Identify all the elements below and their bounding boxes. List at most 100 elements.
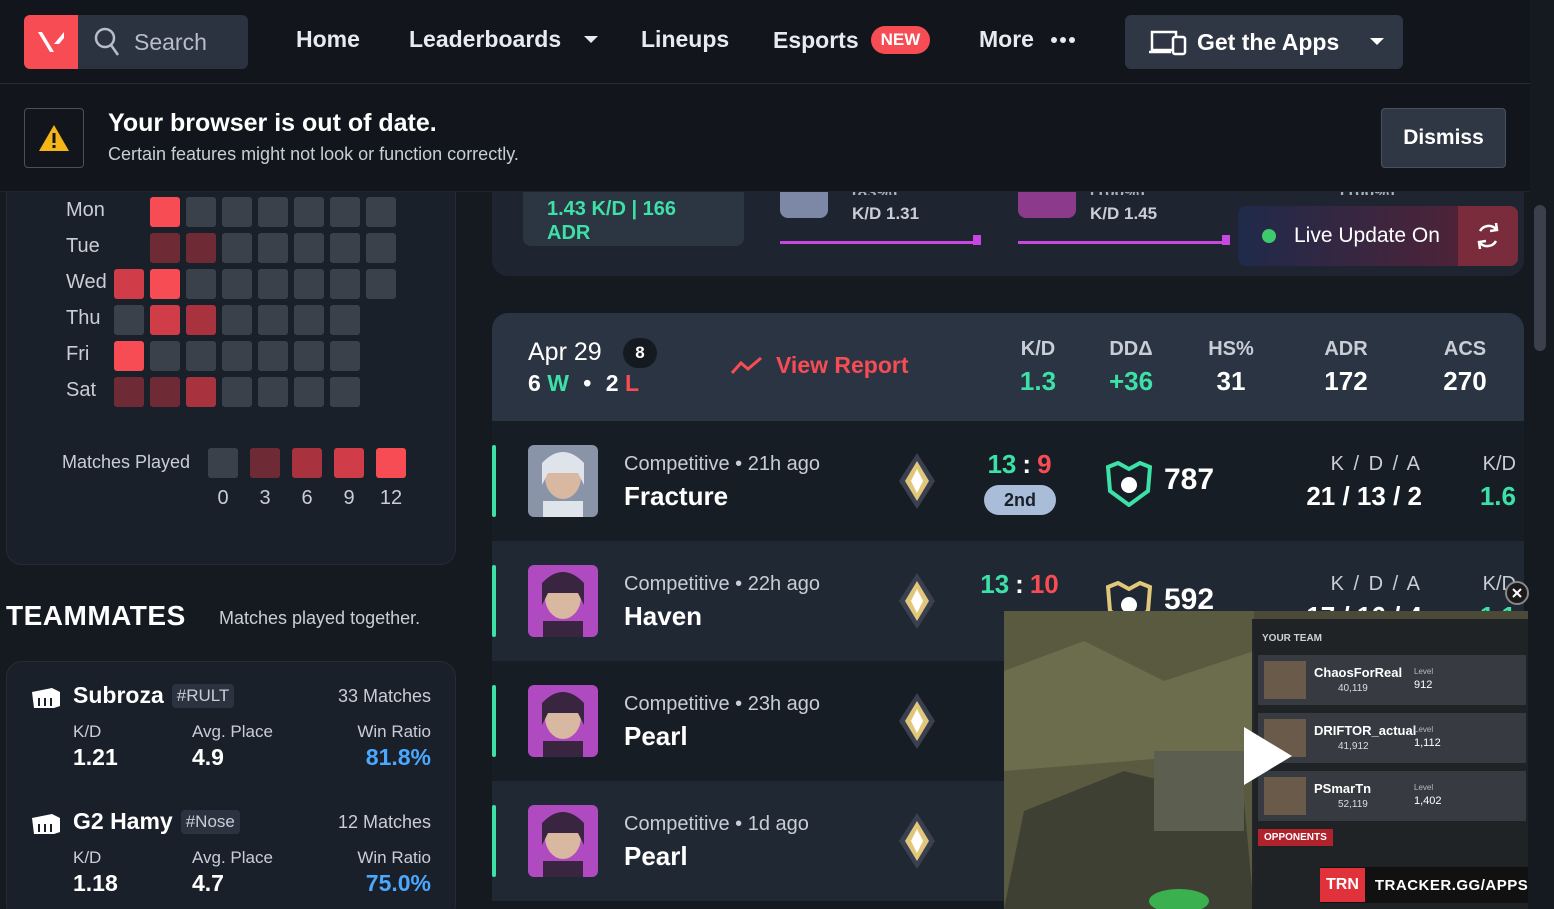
agent-kd: K/D 1.45 (1090, 204, 1158, 223)
heatmap-cell[interactable] (222, 341, 252, 371)
refresh-button[interactable] (1458, 206, 1518, 266)
view-report-link[interactable]: View Report (730, 352, 909, 379)
match-placement-badge: 2nd (984, 485, 1056, 515)
legend-swatch (250, 448, 280, 478)
heatmap-cell[interactable] (150, 197, 180, 227)
teammate-kd: 1.18 (73, 870, 118, 896)
heatmap-cell[interactable] (114, 305, 144, 335)
heatmap-cell[interactable] (222, 377, 252, 407)
heatmap-cell[interactable] (330, 197, 360, 227)
riot-fist-icon (32, 688, 60, 708)
teammate-tag: #Nose (180, 809, 240, 834)
live-update-toggle[interactable]: Live Update On (1238, 206, 1518, 266)
heatmap-cell[interactable] (186, 233, 216, 263)
heatmap-cell[interactable] (258, 341, 288, 371)
top-agent-stat: 1.43 K/D | 166 (547, 198, 677, 220)
nav-lineups-label: Lineups (641, 26, 730, 52)
heatmap-cell[interactable] (330, 269, 360, 299)
heatmap-cell[interactable] (222, 197, 252, 227)
heatmap-cell[interactable] (330, 377, 360, 407)
search-icon (94, 27, 120, 56)
teammate-name[interactable]: Subroza #RULT (73, 682, 235, 709)
nav-more[interactable]: More (979, 26, 1076, 53)
get-the-apps-label: Get the Apps (1197, 28, 1340, 55)
agent-progress-bar (780, 241, 980, 244)
heatmap-cell[interactable] (366, 197, 396, 227)
heatmap-cell[interactable] (186, 305, 216, 335)
page-scrollbar[interactable] (1534, 205, 1546, 351)
match-mode-time: Competitive • 21h ago (624, 453, 821, 475)
outdated-browser-banner: Your browser is out of date. Certain fea… (0, 84, 1530, 192)
legend-value: 12 (379, 487, 403, 509)
top-navigation: Search Home Leaderboards Lineups Esports… (0, 0, 1530, 84)
day-losses: 2 (605, 370, 619, 396)
day-stat-label: DDΔ (1109, 338, 1153, 360)
get-the-apps-button[interactable]: Get the Apps (1125, 15, 1403, 69)
nav-leaderboards[interactable]: Leaderboards (409, 26, 599, 53)
heatmap-cell[interactable] (114, 377, 144, 407)
dismiss-button[interactable]: Dismiss (1381, 108, 1506, 168)
heatmap-cell[interactable] (186, 377, 216, 407)
video-ad-player[interactable]: YOUR TEAM ChaosForReal 40,119 Level 912 DRIF… (1004, 611, 1528, 909)
heatmap-cell[interactable] (294, 305, 324, 335)
rank-icon (897, 451, 937, 516)
heatmap-cell[interactable] (114, 341, 144, 371)
heatmap-cell[interactable] (222, 233, 252, 263)
heatmap-cell[interactable] (294, 269, 324, 299)
legend-swatch (376, 448, 406, 478)
teammate-avg-place: 4.9 (192, 744, 224, 770)
teammate-kd: 1.21 (73, 744, 118, 770)
heatmap-cell[interactable] (186, 341, 216, 371)
tracker-logo[interactable] (24, 15, 78, 69)
heatmap-cell[interactable] (258, 269, 288, 299)
nav-esports[interactable]: Esports NEW (773, 26, 931, 54)
match-score: 13:10 (980, 569, 1059, 599)
match-row[interactable]: Competitive • 21h ago Fracture 13:9 2nd 787 K… (492, 421, 1524, 541)
heatmap-cell[interactable] (222, 269, 252, 299)
teammate-username: Subroza (73, 682, 164, 708)
heatmap-cell[interactable] (294, 341, 324, 371)
heatmap-cell[interactable] (258, 197, 288, 227)
heatmap-cell[interactable] (330, 341, 360, 371)
teammate-name[interactable]: G2 Hamy #Nose (73, 808, 240, 835)
heatmap-cell[interactable] (330, 233, 360, 263)
heatmap-cell[interactable] (258, 377, 288, 407)
rank-icon (897, 811, 937, 876)
heatmap-cell[interactable] (366, 269, 396, 299)
match-map: Pearl (624, 721, 688, 751)
heatmap-cell[interactable] (330, 305, 360, 335)
nav-home[interactable]: Home (296, 26, 360, 53)
match-mode-time: Competitive • 23h ago (624, 693, 821, 715)
heatmap-cell[interactable] (186, 269, 216, 299)
heatmap-cell[interactable] (294, 197, 324, 227)
match-result-indicator (492, 805, 496, 877)
heatmap-cell[interactable] (150, 341, 180, 371)
team-score: 13 (980, 569, 1010, 599)
tracker-brand: TRN TRACKER.GG/APPS (1320, 867, 1528, 903)
heatmap-cell[interactable] (186, 197, 216, 227)
heatmap-cell[interactable] (150, 233, 180, 263)
heatmap-cell[interactable] (222, 305, 252, 335)
agent-avatar (528, 805, 598, 877)
play-icon[interactable] (1236, 723, 1296, 794)
heatmap-cell[interactable] (294, 233, 324, 263)
day-stat-value: 172 (1324, 366, 1368, 396)
agent-progress-bar (1018, 241, 1228, 244)
player-level-label: Level (1414, 783, 1434, 792)
heatmap-cell[interactable] (150, 305, 180, 335)
heatmap-cell[interactable] (258, 233, 288, 263)
trend-chart-icon (730, 356, 762, 374)
heatmap-cell[interactable] (258, 305, 288, 335)
heatmap-cell[interactable] (294, 377, 324, 407)
heatmap-cell[interactable] (150, 377, 180, 407)
close-video-button[interactable] (1505, 581, 1529, 605)
heatmap-cell[interactable] (366, 233, 396, 263)
player-level-label: Level (1414, 667, 1434, 676)
teammate-avg-place: 4.7 (192, 870, 224, 896)
agent-avatar (528, 445, 598, 517)
heatmap-cell[interactable] (114, 269, 144, 299)
heatmap-cell[interactable] (150, 269, 180, 299)
search-input[interactable]: Search (78, 15, 248, 69)
nav-lineups[interactable]: Lineups (641, 26, 729, 53)
live-update-label: Live Update On (1294, 224, 1440, 247)
